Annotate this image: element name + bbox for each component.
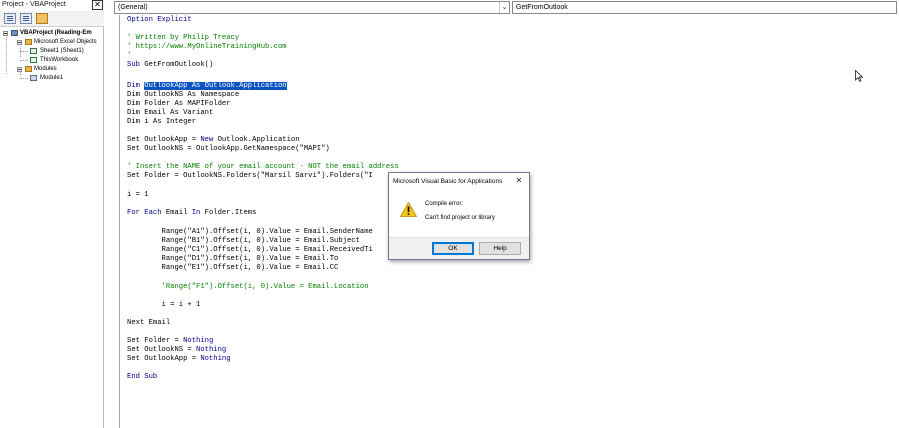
module-icon [30,75,37,81]
folder-icon [25,39,32,45]
code-line[interactable]: Dim Folder As MAPIFolder [127,100,231,109]
vba-project-icon [11,30,18,36]
workbook-icon [30,57,37,63]
tree-node-vbaproject[interactable]: VBAProject (Reading-Em [0,29,104,38]
folder-icon [25,66,32,72]
code-line[interactable]: Option Explicit [127,16,192,25]
collapse-icon[interactable] [17,40,22,45]
tree-node-excel-objects[interactable]: Microsoft Excel Objects [0,38,104,47]
code-line[interactable]: ' Insert the NAME of your email account … [127,163,399,172]
code-line[interactable]: Range("E1").Offset(i, 0).Value = Email.C… [127,264,339,273]
view-code-icon[interactable] [4,13,16,24]
selected-text: OutlookApp As Outlook.Application [144,82,287,90]
dialog-button-bar: OK Help [389,237,529,259]
code-line[interactable]: Next Email [127,319,170,328]
code-line[interactable]: Set OutlookApp = New Outlook.Application [127,136,300,145]
collapse-icon[interactable] [3,31,8,36]
mouse-cursor-icon [855,70,863,82]
tree-node-thisworkbook[interactable]: ThisWorkbook [0,56,104,65]
code-line[interactable]: Set OutlookNS = Nothing [127,346,226,355]
warning-icon [400,202,417,217]
code-line[interactable]: ' Written by Philip Treacy [127,34,239,43]
code-line[interactable]: 'Range("F1").Offset(i, 0).Value = Email.… [127,283,369,292]
project-explorer-toolbar [0,11,104,27]
code-line[interactable]: For Each Email In Folder.Items [127,209,256,218]
close-icon[interactable]: ✕ [514,176,524,186]
code-line[interactable]: Dim i As Integer [127,118,196,127]
collapse-icon[interactable] [17,67,22,72]
code-line[interactable]: Sub GetFromOutlook() [127,61,213,70]
code-line[interactable]: Dim Email As Variant [127,109,213,118]
code-line[interactable]: Dim OutlookNS As Namespace [127,91,239,100]
vba-editor-window: Project - VBAProject ✕ VBAProject (Readi… [0,0,899,428]
code-line[interactable]: Range("D1").Offset(i, 0).Value = Email.T… [127,255,339,264]
code-line[interactable]: Set Folder = Nothing [127,337,213,346]
code-line[interactable]: Set Folder = OutlookNS.Folders("Marsil S… [127,172,373,181]
object-dropdown[interactable]: (General) ⌄ [114,1,510,14]
dialog-message: Can't find project or library [425,215,495,221]
code-line[interactable]: Range("C1").Offset(i, 0).Value = Email.R… [127,246,373,255]
toggle-folders-icon[interactable] [36,13,48,24]
code-line[interactable]: Range("B1").Offset(i, 0).Value = Email.S… [127,237,360,246]
code-line[interactable]: End Sub [127,373,157,382]
tree-node-sheet1[interactable]: Sheet1 (Sheet1) [0,47,104,56]
code-line[interactable]: i = 1 [127,191,149,200]
compile-error-dialog: Microsoft Visual Basic for Applications … [388,172,530,260]
tree-node-modules[interactable]: Modules [0,65,104,74]
project-explorer-pane: Project - VBAProject ✕ VBAProject (Readi… [0,0,104,428]
dialog-title[interactable]: Microsoft Visual Basic for Applications [389,173,529,190]
tree-node-module1[interactable]: Module1 [0,74,104,83]
close-icon[interactable]: ✕ [92,0,103,10]
code-line[interactable]: ' [127,52,131,61]
code-line[interactable]: Set OutlookApp = Nothing [127,355,231,364]
code-line[interactable]: Dim OutlookApp As Outlook.Application [127,82,287,91]
code-line[interactable]: Range("A1").Offset(i, 0).Value = Email.S… [127,228,373,237]
dialog-body: Compile error: Can't find project or lib… [389,190,529,237]
worksheet-icon [30,48,37,54]
code-line[interactable]: ' https://www.MyOnlineTrainingHub.com [127,43,287,52]
project-explorer-title: Project - VBAProject [0,0,104,11]
dialog-heading: Compile error: [425,201,464,207]
code-line[interactable]: Set OutlookNS = OutlookApp.GetNamespace(… [127,145,330,154]
margin-indicator-bar[interactable] [106,15,120,428]
procedure-dropdown[interactable]: GetFromOutlook [512,1,897,14]
view-object-icon[interactable] [20,13,32,24]
chevron-down-icon[interactable]: ⌄ [499,2,509,13]
ok-button[interactable]: OK [432,242,474,255]
help-button[interactable]: Help [479,242,521,255]
code-line[interactable]: i = i + 1 [127,301,201,310]
